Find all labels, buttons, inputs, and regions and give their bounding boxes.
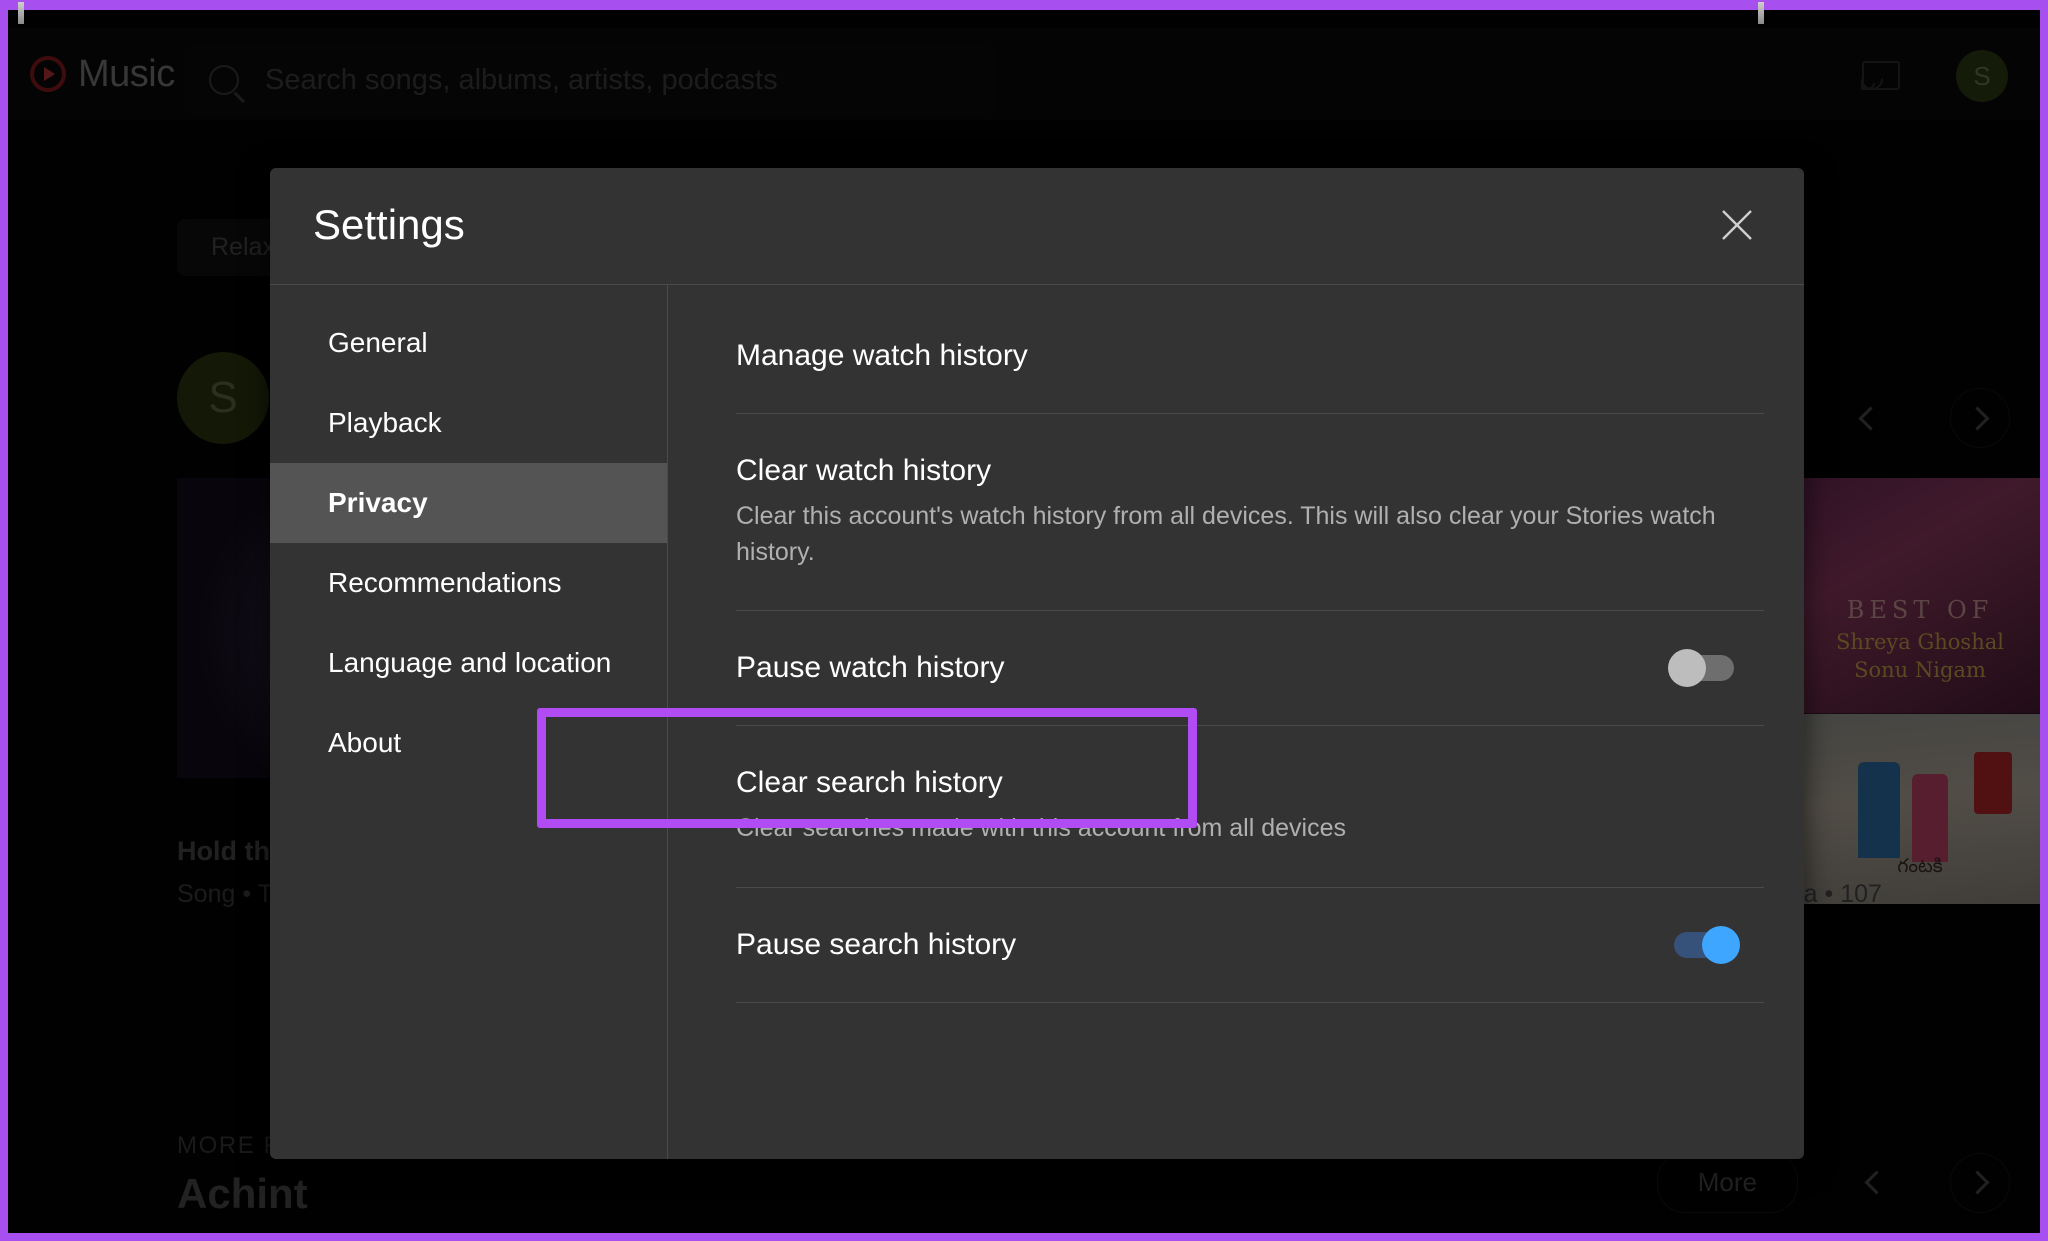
setting-row-clear-watch-history[interactable]: Clear watch history Clear this account's… — [736, 414, 1764, 611]
pause-watch-history-toggle[interactable] — [1668, 649, 1734, 687]
screenshot-root: Music Search songs, albums, artists, pod… — [0, 0, 2048, 1241]
sidebar-item-recommendations[interactable]: Recommendations — [270, 543, 667, 623]
dialog-header: Settings — [270, 168, 1804, 284]
toggle-knob — [1702, 925, 1740, 964]
close-icon[interactable] — [1710, 198, 1764, 252]
sidebar-item-label: About — [328, 727, 402, 758]
annotation-tick-left — [18, 2, 24, 24]
setting-title: Pause search history — [736, 927, 1017, 961]
setting-row-manage-watch-history[interactable]: Manage watch history — [736, 285, 1764, 414]
setting-title: Manage watch history — [736, 339, 1028, 372]
dialog-sidebar: General Playback Privacy Recommendations… — [270, 285, 668, 1159]
setting-title: Pause watch history — [736, 651, 1005, 684]
sidebar-item-label: Playback — [328, 407, 442, 438]
pause-search-history-toggle[interactable] — [1674, 925, 1740, 964]
sidebar-item-general[interactable]: General — [270, 303, 667, 383]
setting-row-clear-search-history[interactable]: Clear search history Clear searches made… — [736, 726, 1764, 888]
setting-title: Clear search history — [736, 766, 1003, 799]
setting-row-pause-watch-history[interactable]: Pause watch history — [736, 611, 1764, 726]
sidebar-item-label: General — [328, 327, 428, 358]
setting-row-pause-search-history[interactable]: Pause search history — [736, 888, 1764, 1003]
annotation-tick-right — [1758, 2, 1764, 24]
sidebar-item-language-and-location[interactable]: Language and location — [270, 623, 667, 703]
dialog-body: General Playback Privacy Recommendations… — [270, 285, 1804, 1159]
sidebar-item-label: Recommendations — [328, 567, 562, 598]
toggle-knob — [1668, 649, 1706, 687]
dialog-content: Manage watch history Clear watch history… — [668, 285, 1804, 1159]
sidebar-item-label: Privacy — [328, 487, 428, 518]
sidebar-item-about[interactable]: About — [270, 703, 667, 783]
dialog-title: Settings — [313, 201, 465, 248]
sidebar-item-privacy[interactable]: Privacy — [270, 463, 667, 543]
setting-description: Clear searches made with this account fr… — [736, 814, 1346, 842]
sidebar-item-playback[interactable]: Playback — [270, 383, 667, 463]
setting-description: Clear this account's watch history from … — [736, 502, 1716, 566]
settings-dialog: Settings General Playback Privacy Recomm… — [270, 168, 1804, 1159]
sidebar-item-label: Language and location — [328, 647, 612, 678]
setting-title: Clear watch history — [736, 454, 992, 487]
